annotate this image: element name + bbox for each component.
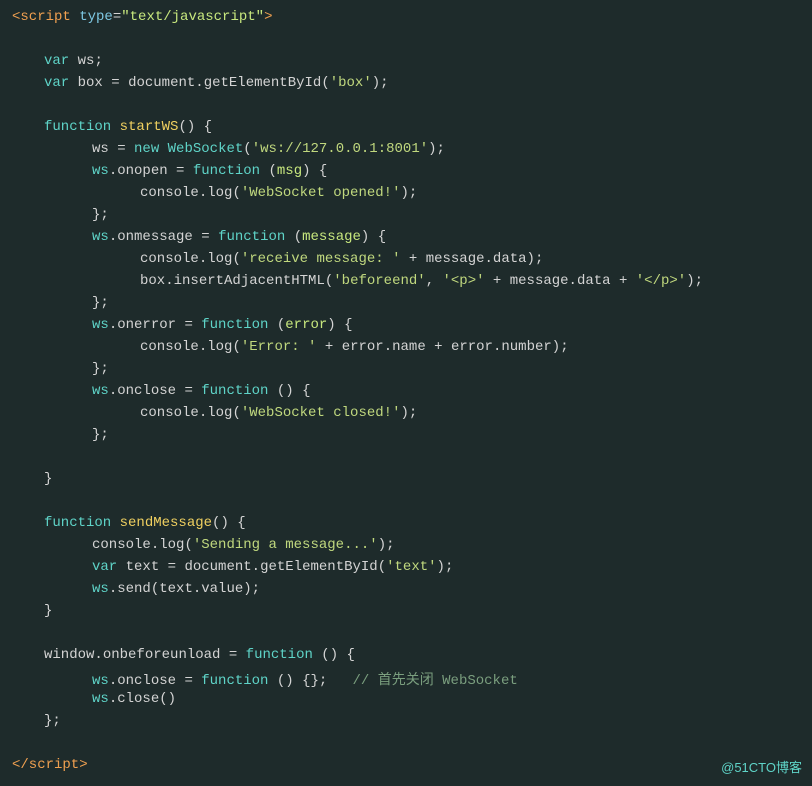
line-33: }; [0, 712, 812, 734]
line-34 [0, 734, 812, 756]
line-1: <script type="text/javascript"> [0, 8, 812, 30]
line-19: console.log('WebSocket closed!'); [0, 404, 812, 426]
line-21 [0, 448, 812, 470]
line-10: }; [0, 206, 812, 228]
line-15: ws.onerror = function (error) { [0, 316, 812, 338]
line-4: var box = document.getElementById('box')… [0, 74, 812, 96]
line-16: console.log('Error: ' + error.name + err… [0, 338, 812, 360]
line-20: }; [0, 426, 812, 448]
line-32: ws.close() [0, 690, 812, 712]
line-24: function sendMessage() { [0, 514, 812, 536]
code-line-1: <script type="text/javascript"> [0, 9, 272, 25]
line-12: console.log('receive message: ' + messag… [0, 250, 812, 272]
line-27: ws.send(text.value); [0, 580, 812, 602]
line-22: } [0, 470, 812, 492]
line-17: }; [0, 360, 812, 382]
line-9: console.log('WebSocket opened!'); [0, 184, 812, 206]
code-container: <script type="text/javascript"> var ws; … [0, 0, 812, 786]
line-5 [0, 96, 812, 118]
watermark: @51CTO博客 [721, 757, 802, 776]
line-18: ws.onclose = function () { [0, 382, 812, 404]
line-6: function startWS() { [0, 118, 812, 140]
line-11: ws.onmessage = function (message) { [0, 228, 812, 250]
line-25: console.log('Sending a message...'); [0, 536, 812, 558]
line-14: }; [0, 294, 812, 316]
line-28: } [0, 602, 812, 624]
line-35: </script> [0, 756, 812, 778]
line-23 [0, 492, 812, 514]
line-29 [0, 624, 812, 646]
line-7: ws = new WebSocket('ws://127.0.0.1:8001'… [0, 140, 812, 162]
line-26: var text = document.getElementById('text… [0, 558, 812, 580]
line-13: box.insertAdjacentHTML('beforeend', '<p>… [0, 272, 812, 294]
line-2 [0, 30, 812, 52]
line-8: ws.onopen = function (msg) { [0, 162, 812, 184]
line-3: var ws; [0, 52, 812, 74]
line-31: ws.onclose = function () {}; // 首先关闭 Web… [0, 668, 812, 690]
line-30: window.onbeforeunload = function () { [0, 646, 812, 668]
